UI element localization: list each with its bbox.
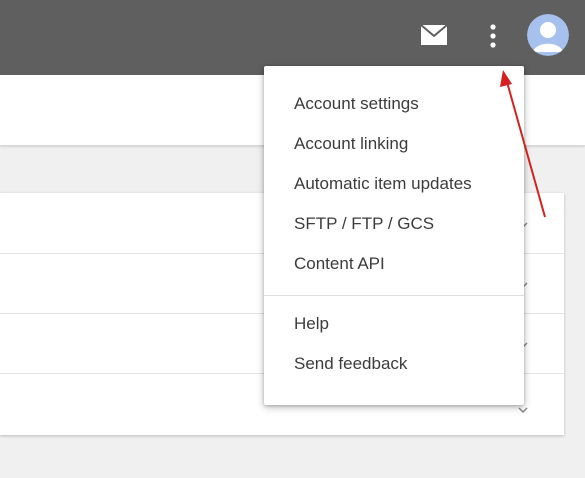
top-app-bar	[0, 0, 585, 75]
menu-item-help[interactable]: Help	[264, 304, 524, 344]
menu-divider	[264, 295, 524, 296]
menu-item-send-feedback[interactable]: Send feedback	[264, 344, 524, 384]
mail-icon[interactable]	[420, 24, 448, 46]
menu-item-sftp-ftp-gcs[interactable]: SFTP / FTP / GCS	[264, 204, 524, 244]
overflow-menu: Account settings Account linking Automat…	[264, 66, 524, 405]
menu-item-account-settings[interactable]: Account settings	[264, 84, 524, 124]
more-vert-icon[interactable]	[485, 22, 501, 50]
menu-item-automatic-item-updates[interactable]: Automatic item updates	[264, 164, 524, 204]
menu-item-content-api[interactable]: Content API	[264, 244, 524, 284]
avatar[interactable]	[527, 14, 569, 56]
menu-item-account-linking[interactable]: Account linking	[264, 124, 524, 164]
